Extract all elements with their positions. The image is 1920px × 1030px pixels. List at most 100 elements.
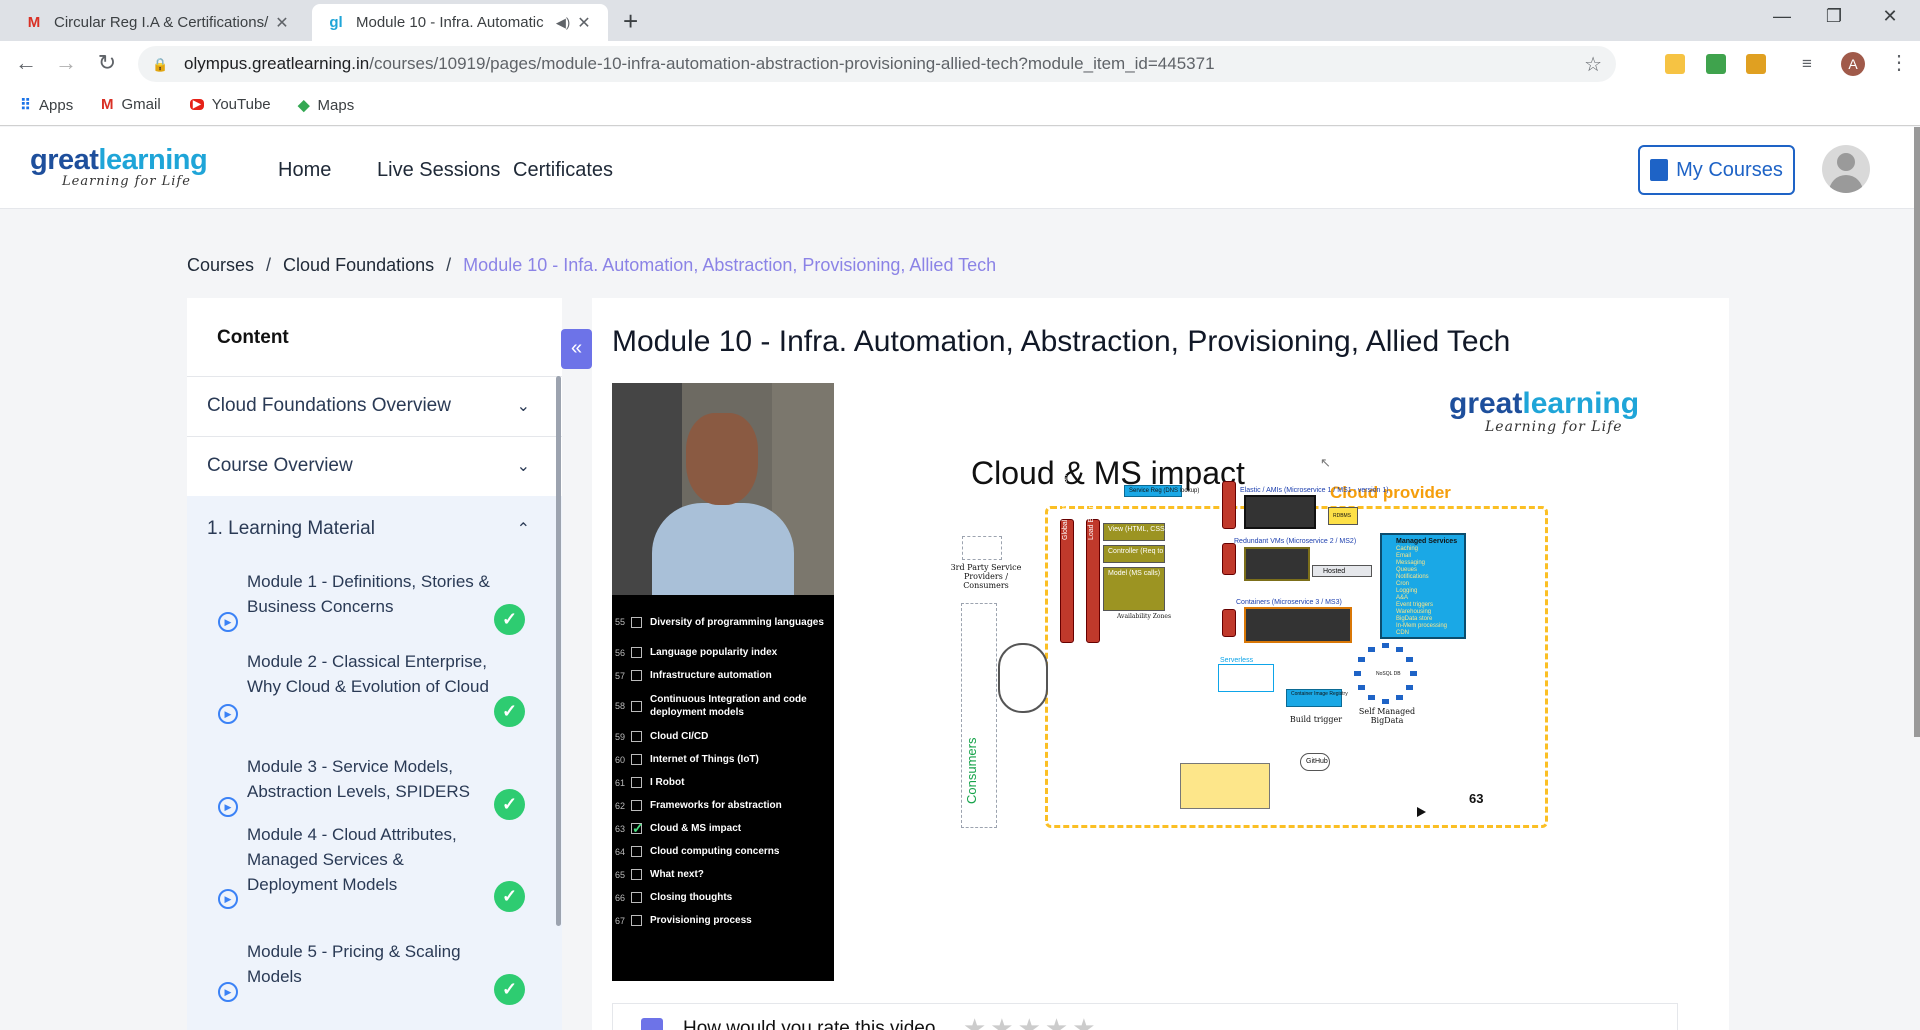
chapter-item[interactable]: 65 What next? [612,863,834,886]
chevron-down-icon: ⌄ [516,398,530,415]
checkbox-icon [631,892,642,903]
bookmark-apps[interactable]: ⠿ Apps [20,96,73,115]
chapter-item[interactable]: 58 Continuous Integration and code deploy… [612,687,834,725]
bookmark-youtube[interactable]: ▶ YouTube [190,96,271,113]
nosql-label: NoSQL DB [1376,671,1401,677]
controller-label: Controller (Req to model routing) [1108,548,1210,555]
checkbox-icon [631,700,642,712]
slide-page-number: 63 [1469,791,1484,806]
container-registry-label: Container Image Registry [1291,691,1348,697]
managed-service-item: In-Mem processing [1396,623,1448,629]
managed-service-item: Email [1396,553,1412,559]
media-control-icon[interactable]: ≡ [1802,54,1822,74]
breadcrumb-courses[interactable]: Courses [187,255,254,276]
video-player[interactable]: 55 Diversity of programming languages 56 La… [612,383,1678,981]
extension-camera-icon[interactable] [1746,54,1766,74]
speaker-icon[interactable]: ◀) [552,15,574,31]
minimize-icon[interactable]: — [1762,6,1802,27]
chapter-title: I Robot [650,777,685,788]
module-label: Module 3 - Service Models, Abstraction L… [247,757,470,801]
chapter-item[interactable]: 67 Provisioning process [612,909,834,932]
rdbms-label: RDBMS [1333,513,1352,519]
chapter-item[interactable]: 59 Cloud CI/CD [612,725,834,748]
avatar-body [1829,175,1863,193]
tab-title: Module 10 - Infra. Automatic [356,14,544,31]
play-circle-icon: ▶ [218,982,238,1002]
nosql-node-icon [1382,699,1389,704]
tab-title: Circular Reg I.A & Certifications/ [54,14,269,31]
user-avatar[interactable] [1822,145,1870,193]
reload-icon[interactable]: ↻ [93,50,121,76]
managed-service-item: Logging [1396,588,1418,594]
avatar-head [1837,153,1855,171]
tab-module-10[interactable]: gl Module 10 - Infra. Automatic ◀) ✕ [312,4,608,41]
chapter-item[interactable]: 56 Language popularity index [612,641,834,664]
bookmark-maps[interactable]: ◆ Maps [298,96,354,115]
chapter-item[interactable]: 55 Diversity of programming languages [612,603,834,641]
controller-box: Controller (Req to model routing) [1103,545,1210,563]
chapter-item[interactable]: 61 I Robot [612,771,834,794]
nosql-node-icon [1396,695,1403,701]
collapse-sidebar-button[interactable]: « [561,329,592,369]
logo-text-a: great [1449,387,1523,420]
browser-menu-icon[interactable]: ⋮ [1889,50,1909,75]
my-courses-button[interactable]: My Courses [1638,145,1795,195]
slide: greatlearning Learning for Life Cloud & … [834,383,1678,981]
breadcrumb-cloud-foundations[interactable]: Cloud Foundations [283,255,434,276]
section-cloud-foundations-overview[interactable]: Cloud Foundations Overview ⌄ [187,376,562,435]
chapter-number: 57 [615,670,626,681]
chapter-title: Infrastructure automation [650,670,772,681]
chapter-item[interactable]: 66 Closing thoughts [612,886,834,909]
browser-profile-avatar[interactable]: A [1841,52,1865,76]
nosql-node-icon [1406,657,1414,662]
nav-live-sessions[interactable]: Live Sessions [377,159,500,182]
chapter-item[interactable]: 57 Infrastructure automation [612,664,834,687]
close-window-icon[interactable]: ✕ [1870,6,1910,27]
url-path: /courses/10919/pages/module-10-infra-aut… [369,54,1215,73]
chapter-number: 66 [615,892,626,903]
address-bar[interactable]: 🔒 olympus.greatlearning.in/courses/10919… [138,46,1616,82]
bookmark-gmail[interactable]: M Gmail [101,96,161,113]
bookmark-star-icon[interactable]: ☆ [1584,52,1602,77]
chapter-number: 63 [615,823,626,834]
chapter-item[interactable]: 60 Internet of Things (IoT) [612,748,834,771]
nosql-ring: NoSQL DB [1354,641,1418,707]
managed-service-item: Notifications [1396,574,1429,580]
chapter-number: 60 [615,754,626,765]
chapter-item[interactable]: 62 Frameworks for abstraction [612,794,834,817]
lock-icon: 🔒 [152,57,169,72]
page-scrollbar[interactable] [1914,127,1920,737]
section-course-overview[interactable]: Course Overview ⌄ [187,436,562,495]
checkbox-icon [631,800,642,811]
extension-sheets-icon[interactable] [1706,54,1726,74]
tab-gmail[interactable]: M Circular Reg I.A & Certifications/ ✕ [10,4,306,41]
completed-check-icon: ✓ [494,604,525,635]
back-icon[interactable]: ← [12,50,40,76]
greatlearning-logo[interactable]: greatlearning Learning for Life [30,146,208,190]
section-learning-material[interactable]: 1. Learning Material ⌃ [187,496,562,562]
chapter-item[interactable]: 63 ✓ Cloud & MS impact [612,817,834,840]
extension-notes-icon[interactable] [1665,54,1685,74]
rating-stars[interactable]: ★★★★★ [963,1013,1100,1030]
restore-icon[interactable]: ❐ [1814,6,1854,27]
nav-certificates[interactable]: Certificates [513,159,613,182]
managed-service-item: Warehousing [1396,609,1432,615]
chapter-title: Closing thoughts [650,892,733,903]
forward-icon[interactable]: → [52,50,80,76]
global-dns-label: Global DNS / Region [1062,475,1069,540]
new-tab-icon[interactable]: + [623,6,638,37]
lb-bar-2 [1222,543,1236,575]
close-tab-icon[interactable]: ✕ [574,13,594,33]
close-tab-icon[interactable]: ✕ [272,13,292,33]
managed-service-item: CDN [1396,630,1409,636]
sidebar-scrollbar[interactable] [556,376,561,926]
availability-zones-label: Availability Zones [1116,613,1172,620]
chapter-title: Frameworks for abstraction [650,800,782,811]
nav-home[interactable]: Home [278,159,331,182]
chapter-item[interactable]: 64 Cloud computing concerns [612,840,834,863]
nosql-node-icon [1354,671,1361,676]
container-registry-box: Container Image Registry [1286,689,1348,707]
nosql-node-icon [1382,643,1389,648]
chapter-title: Cloud & MS impact [650,823,742,834]
checkbox-icon [631,647,642,658]
